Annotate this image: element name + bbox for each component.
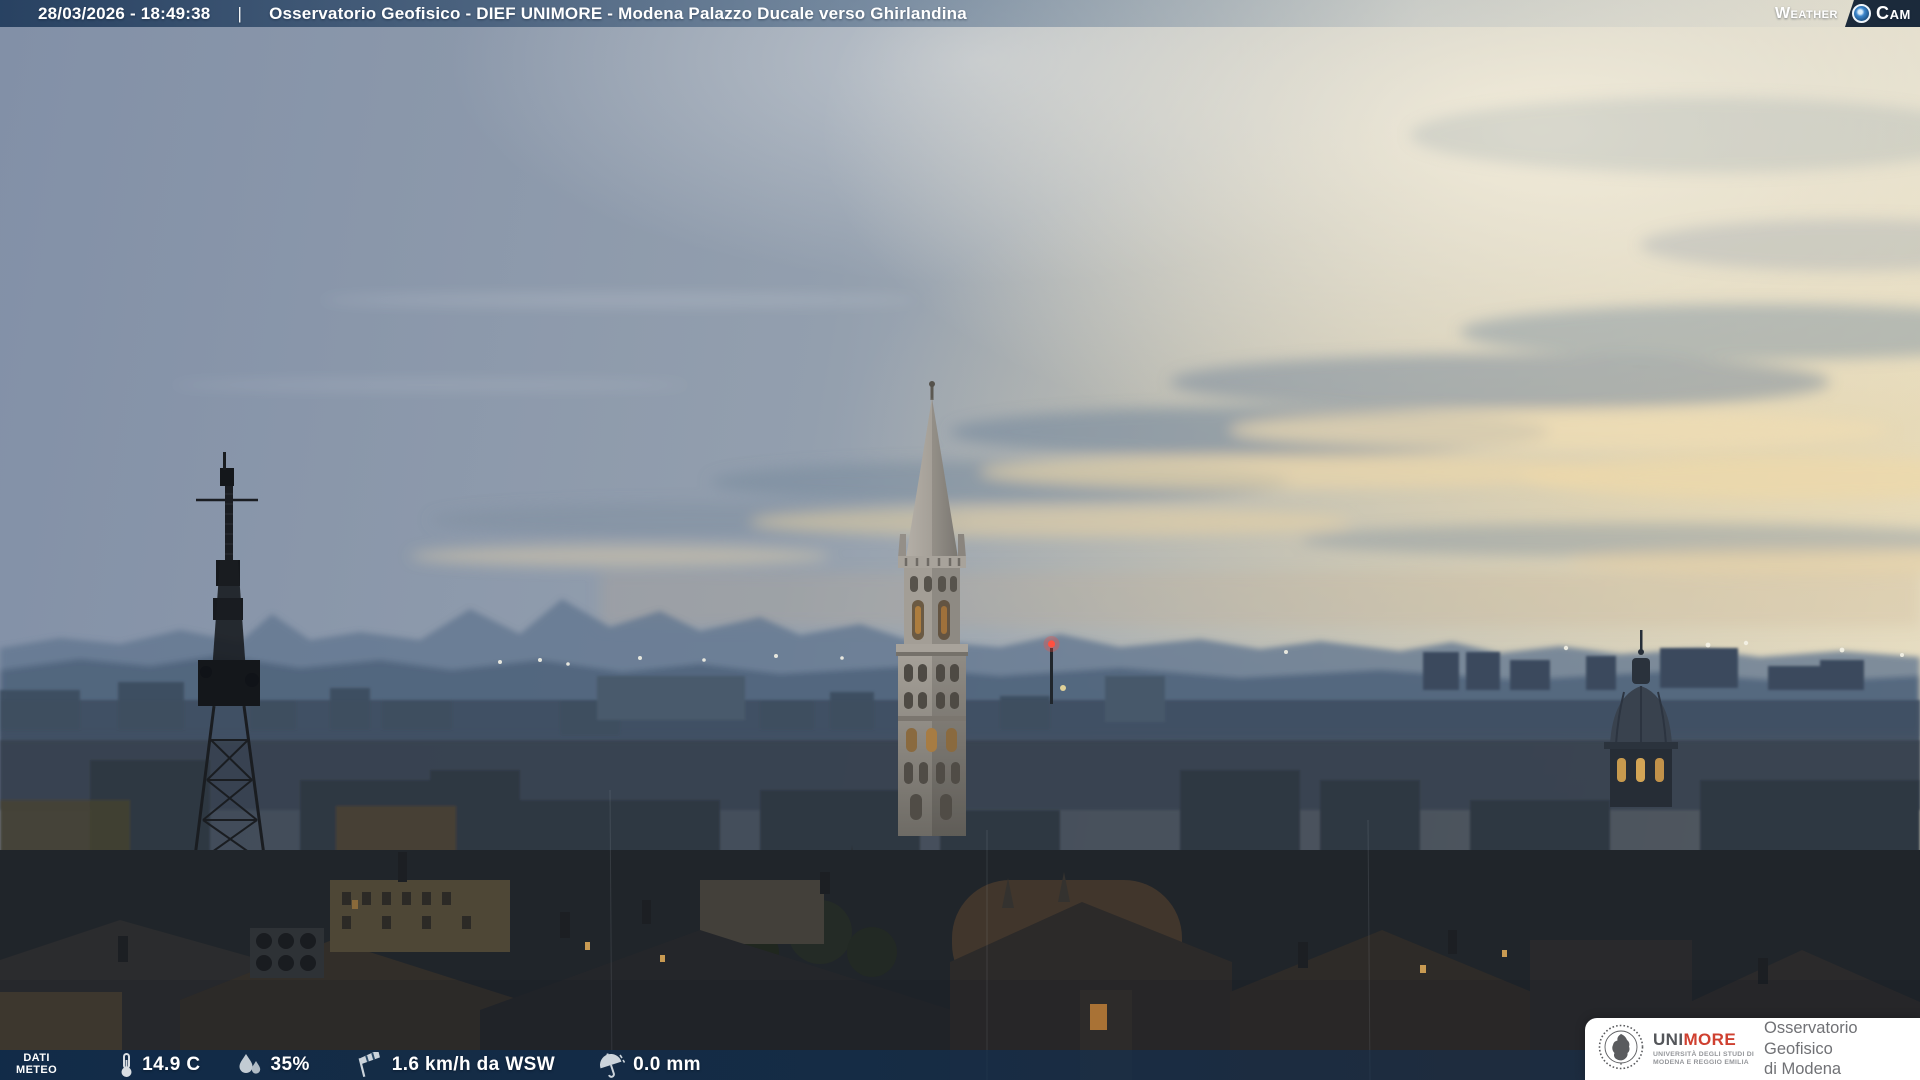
observatory-name: Osservatorio Geofisico di Modena (1764, 1018, 1920, 1080)
separator: | (237, 4, 242, 24)
temperature-value: 14.9 C (142, 1054, 200, 1076)
webcam-frame: 28/03/2026 - 18:49:38 | Osservatorio Geo… (0, 0, 1920, 1080)
observatory-name-line2: di Modena (1764, 1059, 1920, 1080)
rain-item: 0.0 mm (597, 1052, 701, 1078)
meteo-label-line2: METEO (16, 1065, 57, 1077)
wind-item: 1.6 km/h da WSW (354, 1052, 555, 1078)
unimore-wordmark: UNIMORE UNIVERSITÀ DEGLI STUDI DI MODENA… (1653, 1031, 1754, 1068)
humidity-item: 35% (237, 1053, 310, 1077)
windsock-icon (354, 1052, 384, 1078)
modena-skyline-scene (0, 0, 1920, 1080)
humidity-drops-icon (237, 1053, 263, 1077)
thermometer-icon (119, 1052, 134, 1078)
cloud-band (410, 304, 1920, 627)
observatory-name-line1: Osservatorio Geofisico (1764, 1018, 1920, 1059)
camera-lens-icon (1852, 4, 1871, 23)
top-info-bar: 28/03/2026 - 18:49:38 | Osservatorio Geo… (0, 0, 1920, 27)
datetime-text: 28/03/2026 - 18:49:38 (38, 4, 210, 24)
weathercam-cam-text: Cam (1876, 3, 1911, 24)
unimore-seal-icon (1598, 1024, 1644, 1075)
weathercam-block: Cam (1845, 0, 1920, 27)
weathercam-weather-text: Weather (1775, 5, 1845, 23)
unimore-suffix: MORE (1683, 1030, 1736, 1049)
temperature-item: 14.9 C (119, 1052, 200, 1078)
university-subtitle-line1: UNIVERSITÀ DEGLI STUDI DI (1653, 1051, 1754, 1059)
unimore-logo-card[interactable]: UNIMORE UNIVERSITÀ DEGLI STUDI DI MODENA… (1585, 1018, 1920, 1080)
rain-value: 0.0 mm (633, 1054, 701, 1076)
wind-value: 1.6 km/h da WSW (392, 1054, 555, 1076)
humidity-value: 35% (271, 1054, 310, 1076)
meteo-label: DATI METEO (16, 1053, 57, 1077)
weathercam-logo[interactable]: Weather Cam (1775, 0, 1920, 27)
university-subtitle-line2: MODENA E REGGIO EMILIA (1653, 1059, 1754, 1067)
rain-umbrella-icon (597, 1052, 625, 1078)
unimore-prefix: UNI (1653, 1030, 1683, 1049)
camera-title: Osservatorio Geofisico - DIEF UNIMORE - … (269, 4, 967, 24)
